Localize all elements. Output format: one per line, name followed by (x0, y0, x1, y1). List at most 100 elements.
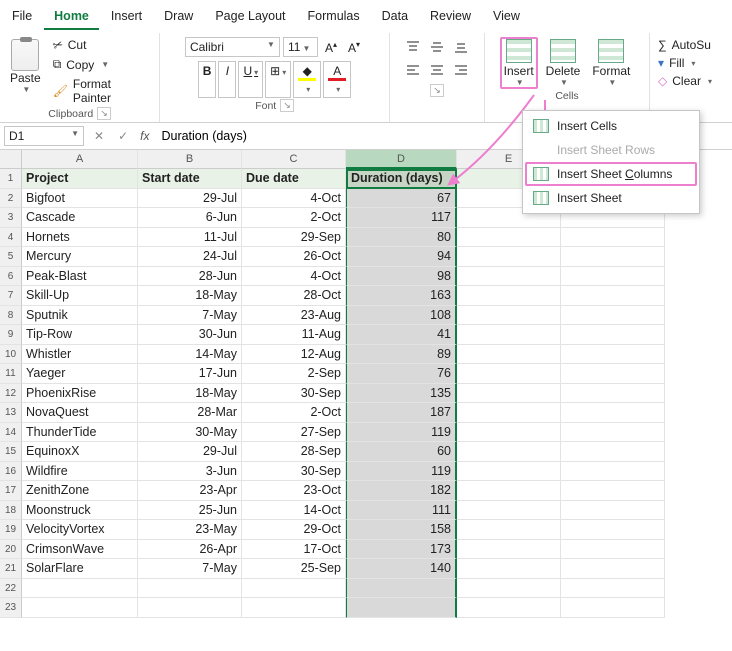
cell[interactable]: 29-Oct (242, 520, 346, 540)
row-header-19[interactable]: 19 (0, 520, 22, 540)
underline-button[interactable]: U▾ (238, 61, 263, 98)
cell[interactable] (242, 598, 346, 618)
row-header-9[interactable]: 9 (0, 325, 22, 345)
cell[interactable]: 117 (346, 208, 457, 228)
row-header-22[interactable]: 22 (0, 579, 22, 599)
format-cells-button[interactable]: Format▼ (588, 37, 634, 89)
menu-file[interactable]: File (2, 4, 42, 30)
cell[interactable]: 2-Oct (242, 208, 346, 228)
font-name-select[interactable]: Calibri ▼ (185, 37, 280, 57)
cell[interactable] (561, 228, 665, 248)
cell[interactable] (561, 520, 665, 540)
cell[interactable]: 11-Jul (138, 228, 242, 248)
cell[interactable]: 14-May (138, 345, 242, 365)
cell[interactable]: Cascade (22, 208, 138, 228)
cell[interactable]: 28-Oct (242, 286, 346, 306)
cell[interactable] (457, 501, 561, 521)
cell[interactable]: 24-Jul (138, 247, 242, 267)
row-header-13[interactable]: 13 (0, 403, 22, 423)
row-header-3[interactable]: 3 (0, 208, 22, 228)
cell[interactable]: 30-Sep (242, 384, 346, 404)
cell[interactable] (457, 247, 561, 267)
cell[interactable]: 17-Oct (242, 540, 346, 560)
cell[interactable] (346, 579, 457, 599)
format-painter-button[interactable]: 🖌Format Painter (51, 76, 153, 106)
cell[interactable]: 27-Sep (242, 423, 346, 443)
cell[interactable]: 94 (346, 247, 457, 267)
align-left-button[interactable] (402, 60, 424, 80)
cell[interactable] (457, 481, 561, 501)
cell[interactable] (561, 286, 665, 306)
cut-button[interactable]: ✂Cut (51, 37, 153, 53)
ctx-insert-sheet[interactable]: Insert Sheet (525, 186, 697, 210)
cell[interactable] (561, 403, 665, 423)
cell[interactable]: 98 (346, 267, 457, 287)
ctx-insert-cells[interactable]: Insert Cells (525, 114, 697, 138)
menu-insert[interactable]: Insert (101, 4, 152, 30)
cell[interactable]: SolarFlare (22, 559, 138, 579)
row-header-12[interactable]: 12 (0, 384, 22, 404)
cell[interactable] (457, 520, 561, 540)
cell[interactable]: 25-Jun (138, 501, 242, 521)
cell[interactable]: 182 (346, 481, 457, 501)
row-header-16[interactable]: 16 (0, 462, 22, 482)
cell[interactable]: Bigfoot (22, 189, 138, 209)
row-header-4[interactable]: 4 (0, 228, 22, 248)
cell[interactable] (457, 442, 561, 462)
cell[interactable]: Start date (138, 169, 242, 189)
borders-button[interactable]: ⊞▾ (265, 61, 291, 98)
row-header-5[interactable]: 5 (0, 247, 22, 267)
cell[interactable]: 60 (346, 442, 457, 462)
alignment-launcher[interactable]: ↘ (430, 84, 444, 97)
menu-formulas[interactable]: Formulas (298, 4, 370, 30)
menu-review[interactable]: Review (420, 4, 481, 30)
cell[interactable]: 18-May (138, 384, 242, 404)
cell[interactable] (22, 579, 138, 599)
menu-page-layout[interactable]: Page Layout (205, 4, 295, 30)
shrink-font-button[interactable]: A▾ (344, 38, 364, 57)
cell[interactable] (561, 501, 665, 521)
cell[interactable] (561, 540, 665, 560)
cell[interactable]: Tip-Row (22, 325, 138, 345)
cell[interactable] (561, 345, 665, 365)
cell[interactable] (561, 247, 665, 267)
menu-data[interactable]: Data (372, 4, 418, 30)
cell[interactable]: 30-Sep (242, 462, 346, 482)
row-header-20[interactable]: 20 (0, 540, 22, 560)
cell[interactable]: 2-Sep (242, 364, 346, 384)
row-header-1[interactable]: 1 (0, 169, 22, 189)
menu-home[interactable]: Home (44, 4, 99, 30)
fill-color-button[interactable]: ◆▾ (293, 61, 321, 98)
cell[interactable] (561, 364, 665, 384)
cell[interactable] (457, 228, 561, 248)
cell[interactable] (561, 423, 665, 443)
autosum-button[interactable]: ∑AutoSu (656, 37, 714, 53)
bold-button[interactable]: B (198, 61, 217, 98)
row-header-23[interactable]: 23 (0, 598, 22, 618)
cell[interactable]: 23-May (138, 520, 242, 540)
col-header-A[interactable]: A (22, 150, 138, 169)
cell[interactable] (457, 325, 561, 345)
paste-button[interactable]: Paste ▼ (6, 37, 45, 106)
align-bottom-button[interactable] (450, 37, 472, 57)
cell[interactable]: 119 (346, 462, 457, 482)
cell[interactable]: 4-Oct (242, 267, 346, 287)
cell[interactable]: 18-May (138, 286, 242, 306)
cell[interactable] (138, 598, 242, 618)
cell[interactable]: VelocityVortex (22, 520, 138, 540)
row-header-14[interactable]: 14 (0, 423, 22, 443)
cell[interactable]: Sputnik (22, 306, 138, 326)
cell[interactable]: 4-Oct (242, 189, 346, 209)
cell[interactable]: 119 (346, 423, 457, 443)
align-center-button[interactable] (426, 60, 448, 80)
cell[interactable] (561, 442, 665, 462)
align-right-button[interactable] (450, 60, 472, 80)
cell[interactable]: 2-Oct (242, 403, 346, 423)
fx-icon[interactable]: fx (138, 129, 151, 143)
align-middle-button[interactable] (426, 37, 448, 57)
cell[interactable]: 108 (346, 306, 457, 326)
fill-button[interactable]: ▾Fill▾ (656, 55, 714, 71)
cell[interactable]: 17-Jun (138, 364, 242, 384)
cell[interactable]: 12-Aug (242, 345, 346, 365)
cell[interactable] (561, 384, 665, 404)
